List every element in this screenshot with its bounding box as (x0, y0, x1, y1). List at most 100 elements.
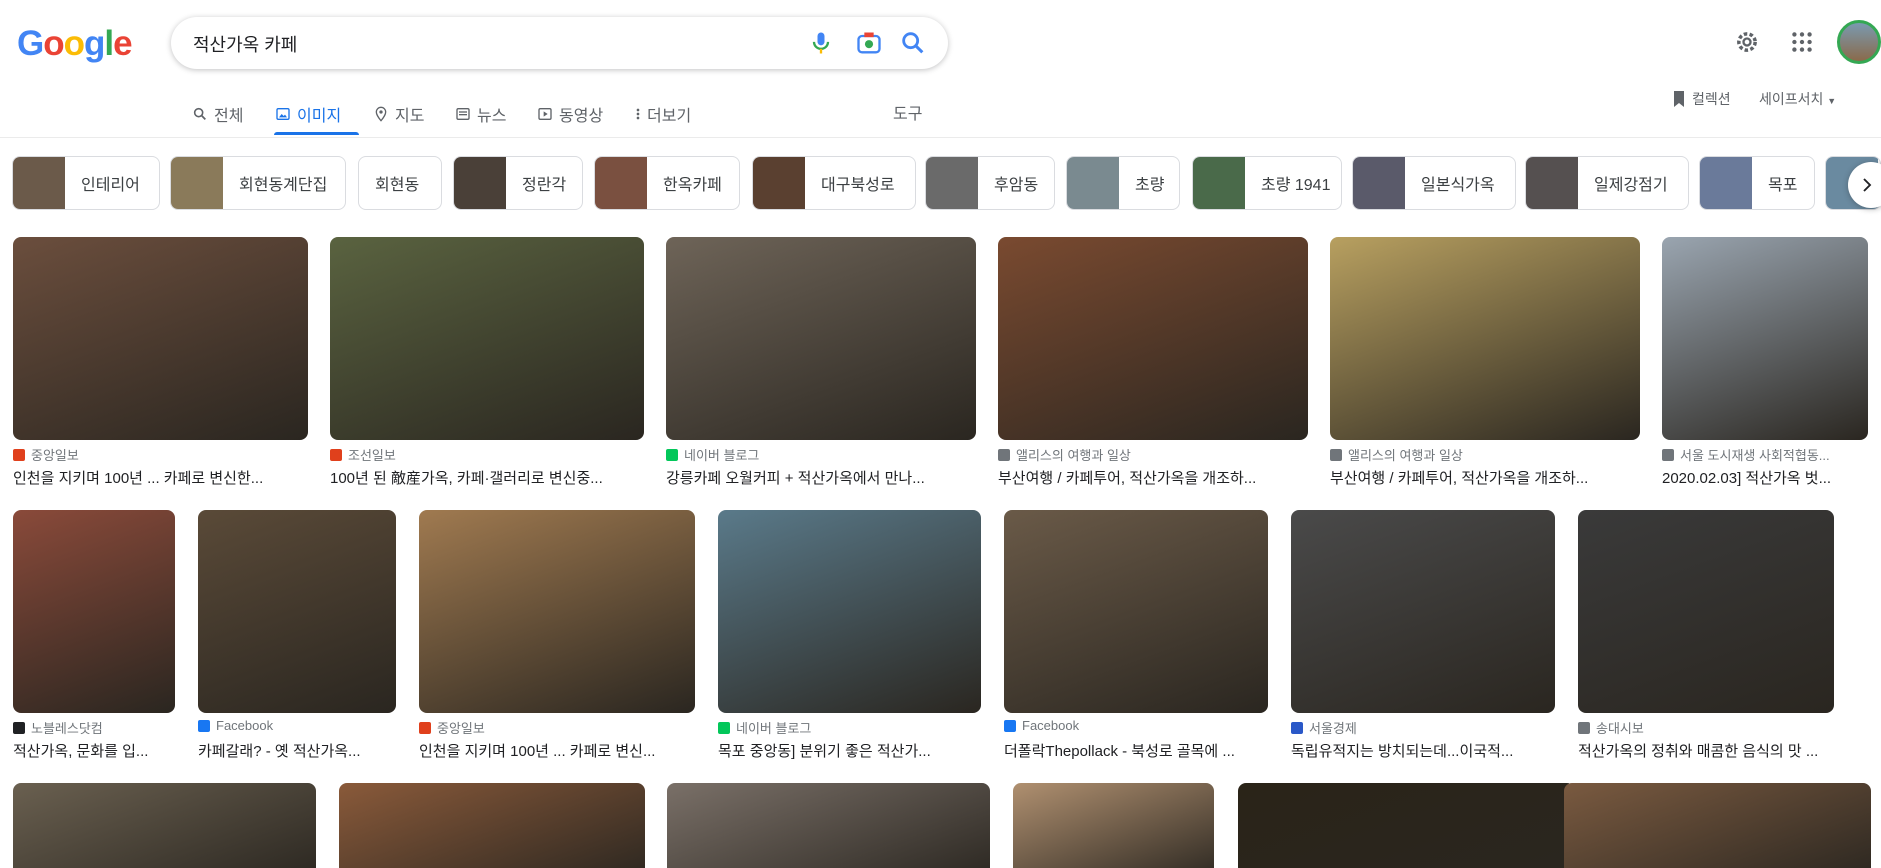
result-title[interactable]: 부산여행 / 카페투어, 적산가옥을 개조하... (998, 467, 1308, 488)
result-image[interactable] (13, 783, 316, 868)
result-source[interactable]: Facebook (1004, 718, 1079, 733)
apps-grid-icon[interactable] (1789, 29, 1815, 55)
result-source[interactable]: Facebook (198, 718, 273, 733)
result-image[interactable] (1564, 783, 1871, 868)
result-title[interactable]: 카페갈래? - 옛 적산가옥... (198, 740, 396, 761)
logo-letter: e (113, 24, 132, 63)
result-title[interactable]: 강릉카페 오월커피 + 적산가옥에서 만나... (666, 467, 976, 488)
result-image[interactable] (1238, 783, 1575, 868)
logo-letter: g (84, 24, 105, 63)
result-image[interactable] (339, 783, 645, 868)
settings-gear-icon[interactable] (1733, 28, 1761, 56)
source-name: Facebook (216, 718, 274, 733)
result-image[interactable] (1291, 510, 1555, 713)
result-image[interactable] (419, 510, 695, 713)
related-chip[interactable]: 목포 (1699, 156, 1815, 210)
chip-thumbnail (1067, 157, 1119, 209)
source-favicon-icon (1291, 721, 1303, 734)
tab-maps[interactable]: 지도 (373, 100, 424, 128)
result-title[interactable]: 목포 중앙동] 분위기 좋은 적산가... (718, 740, 981, 761)
related-chip[interactable]: 한옥카페 (594, 156, 740, 210)
result-image[interactable] (198, 510, 396, 713)
result-image[interactable] (1662, 237, 1868, 440)
account-avatar[interactable] (1837, 20, 1881, 64)
result-source[interactable]: 조선일보 (330, 445, 396, 464)
result-source[interactable]: 서울경제 (1291, 718, 1357, 737)
result-source[interactable]: 네이버 블로그 (718, 718, 811, 737)
collections-button[interactable]: 컬렉션 (1672, 89, 1731, 109)
result-title[interactable]: 2020.02.03] 적산가옥 벗... (1662, 467, 1868, 488)
result-title[interactable]: 적산가옥의 정취와 매콤한 음식의 맛 ... (1578, 740, 1834, 761)
related-chip[interactable]: 초량 (1066, 156, 1180, 210)
result-title[interactable]: 100년 된 敵産가옥, 카페·갤러리로 변신중... (330, 467, 644, 488)
result-title[interactable]: 독립유적지는 방치되는데...이국적... (1291, 740, 1555, 761)
result-image[interactable] (13, 237, 308, 440)
source-name: Facebook (1022, 718, 1080, 733)
result-image[interactable] (330, 237, 644, 440)
related-chip[interactable]: 대구북성로 (752, 156, 916, 210)
related-chip[interactable]: 회현동 (358, 156, 442, 210)
result-image[interactable] (1578, 510, 1834, 713)
source-favicon-icon (666, 448, 678, 461)
result-source[interactable]: 서울 도시재생 사회적협동... (1662, 445, 1830, 464)
tools-button[interactable]: 도구 (893, 100, 922, 124)
search-input[interactable]: 적산가옥 카페 (193, 31, 297, 57)
result-image[interactable] (1004, 510, 1268, 713)
related-chip[interactable]: 인테리어 (12, 156, 160, 210)
source-name: 노블레스닷컴 (31, 721, 103, 736)
chevron-right-icon (1863, 178, 1872, 192)
tab-videos[interactable]: 동영상 (537, 100, 603, 128)
related-chip[interactable]: 일제강점기 (1525, 156, 1689, 210)
result-title[interactable]: 인천을 지키며 100년 ... 카페로 변신... (419, 740, 695, 761)
active-tab-indicator (274, 132, 359, 135)
related-chip[interactable]: 후암동 (925, 156, 1055, 210)
logo-letter: G (17, 24, 44, 63)
result-image[interactable] (1013, 783, 1214, 868)
tab-all[interactable]: 전체 (192, 100, 243, 128)
source-name: 앨리스의 여행과 일상 (1016, 448, 1131, 463)
result-image[interactable] (718, 510, 981, 713)
result-title[interactable]: 더폴락Thepollack - 북성로 골목에 ... (1004, 740, 1268, 761)
result-title[interactable]: 인천을 지키며 100년 ... 카페로 변신한... (13, 467, 308, 488)
result-source[interactable]: 중앙일보 (419, 718, 485, 737)
result-title[interactable]: 적산가옥, 문화를 입... (13, 740, 175, 761)
microphone-icon[interactable] (807, 29, 835, 57)
source-favicon-icon (998, 448, 1010, 461)
chip-label: 한옥카페 (663, 177, 722, 194)
result-image[interactable] (998, 237, 1308, 440)
search-icon[interactable] (899, 29, 927, 57)
chip-thumbnail (171, 157, 223, 209)
tab-news[interactable]: 뉴스 (455, 100, 506, 128)
related-chip[interactable]: 정란각 (453, 156, 583, 210)
tab-images[interactable]: 이미지 (275, 100, 341, 128)
result-source[interactable]: 네이버 블로그 (666, 445, 759, 464)
safesearch-button[interactable]: 세이프서치 ▼ (1759, 89, 1836, 109)
tab-more[interactable]: 더보기 (635, 100, 691, 128)
result-source[interactable]: 앨리스의 여행과 일상 (998, 445, 1131, 464)
result-source[interactable]: 중앙일보 (13, 445, 79, 464)
related-chip[interactable]: 회현동계단집 (170, 156, 346, 210)
result-image[interactable] (13, 510, 175, 713)
related-chip[interactable]: 초량 1941 (1192, 156, 1342, 210)
source-name: 서울 도시재생 사회적협동... (1680, 448, 1830, 463)
result-image[interactable] (1330, 237, 1640, 440)
result-source[interactable]: 앨리스의 여행과 일상 (1330, 445, 1463, 464)
image-icon (276, 108, 290, 120)
camera-lens-icon[interactable] (855, 29, 883, 57)
source-name: 송대시보 (1596, 721, 1644, 736)
source-favicon-icon (1662, 448, 1674, 461)
collections-label: 컬렉션 (1692, 91, 1731, 107)
chip-thumbnail (454, 157, 506, 209)
result-source[interactable]: 송대시보 (1578, 718, 1644, 737)
result-image[interactable] (667, 783, 990, 868)
result-source[interactable]: 노블레스닷컴 (13, 718, 103, 737)
google-logo[interactable]: Google (17, 24, 133, 63)
tab-label: 전체 (214, 108, 244, 125)
source-name: 중앙일보 (31, 448, 79, 463)
search-box[interactable]: 적산가옥 카페 (171, 17, 948, 69)
source-favicon-icon (330, 448, 342, 461)
result-title[interactable]: 부산여행 / 카페투어, 적산가옥을 개조하... (1330, 467, 1640, 488)
related-chip[interactable]: 일본식가옥 (1352, 156, 1516, 210)
result-image[interactable] (666, 237, 976, 440)
tab-label: 이미지 (297, 108, 342, 125)
